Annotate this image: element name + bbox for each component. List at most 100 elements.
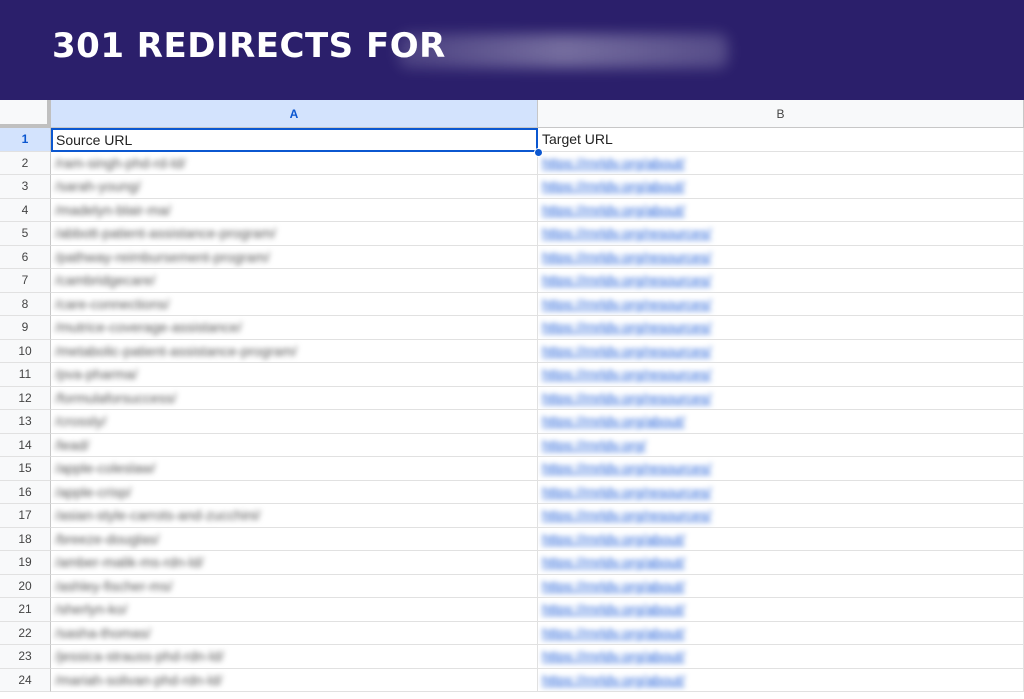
- row-number[interactable]: 16: [0, 480, 51, 504]
- cell-target-url[interactable]: https://rnrldv.org/resources/: [538, 292, 1024, 316]
- cell-source-url[interactable]: /pathway-reimbursement-program/: [51, 245, 538, 269]
- target-url-link[interactable]: https://rnrldv.org/about/: [542, 645, 685, 668]
- cell-target-url[interactable]: https://rnrldv.org/about/: [538, 198, 1024, 222]
- target-url-link[interactable]: https://rnrldv.org/about/: [542, 175, 685, 198]
- row-number[interactable]: 4: [0, 198, 51, 222]
- cell-target-url[interactable]: https://rnrldv.org/about/: [538, 151, 1024, 175]
- cell-target-url[interactable]: https://rnrldv.org/about/: [538, 598, 1024, 622]
- cell-target-url[interactable]: https://rnrldv.org/about/: [538, 175, 1024, 199]
- target-url-link[interactable]: https://rnrldv.org/about/: [542, 622, 685, 645]
- cell-source-url[interactable]: /metabolic-patient-assistance-program/: [51, 339, 538, 363]
- target-url-link[interactable]: https://rnrldv.org/resources/: [542, 363, 711, 386]
- cell-target-url[interactable]: https://rnrldv.org/about/: [538, 645, 1024, 669]
- cell-target-url[interactable]: https://rnrldv.org/resources/: [538, 269, 1024, 293]
- row-number[interactable]: 3: [0, 175, 51, 199]
- cell-source-url[interactable]: /lead/: [51, 433, 538, 457]
- cell-target-url-header[interactable]: Target URL: [538, 128, 1024, 152]
- target-url-link[interactable]: https://rnrldv.org/resources/: [542, 504, 711, 527]
- cell-source-url[interactable]: /sarah-young/: [51, 175, 538, 199]
- row-number[interactable]: 8: [0, 292, 51, 316]
- target-url-link[interactable]: https://rnrldv.org/resources/: [542, 293, 711, 316]
- cell-source-url[interactable]: /sherlyn-ko/: [51, 598, 538, 622]
- fill-handle[interactable]: [534, 148, 543, 157]
- target-url-link[interactable]: https://rnrldv.org/about/: [542, 598, 685, 621]
- cell-source-url[interactable]: /crossly/: [51, 410, 538, 434]
- cell-target-url[interactable]: https://rnrldv.org/about/: [538, 527, 1024, 551]
- target-url-link[interactable]: https://rnrldv.org/resources/: [542, 481, 711, 504]
- row-number[interactable]: 13: [0, 410, 51, 434]
- cell-target-url[interactable]: https://rnrldv.org/resources/: [538, 480, 1024, 504]
- cell-target-url[interactable]: https://rnrldv.org/about/: [538, 551, 1024, 575]
- cell-target-url[interactable]: https://rnrldv.org/resources/: [538, 504, 1024, 528]
- select-all-corner[interactable]: [0, 100, 51, 128]
- column-header-a[interactable]: A: [51, 100, 538, 128]
- cell-target-url[interactable]: https://rnrldv.org/about/: [538, 410, 1024, 434]
- target-url-link[interactable]: https://rnrldv.org/about/: [542, 199, 685, 222]
- row-number[interactable]: 6: [0, 245, 51, 269]
- target-url-link[interactable]: https://rnrldv.org/resources/: [542, 457, 711, 480]
- cell-source-url[interactable]: /mariah-solivan-phd-rdn-ld/: [51, 668, 538, 692]
- target-url-link[interactable]: https://rnrldv.org/resources/: [542, 269, 711, 292]
- cell-target-url[interactable]: https://rnrldv.org/resources/: [538, 363, 1024, 387]
- cell-source-url[interactable]: /care-connections/: [51, 292, 538, 316]
- cell-target-url[interactable]: https://rnrldv.org/: [538, 433, 1024, 457]
- row-number[interactable]: 22: [0, 621, 51, 645]
- row-number[interactable]: 10: [0, 339, 51, 363]
- row-number[interactable]: 7: [0, 269, 51, 293]
- cell-source-url[interactable]: /asian-style-carrots-and-zucchini/: [51, 504, 538, 528]
- cell-source-url[interactable]: /pva-pharma/: [51, 363, 538, 387]
- cell-target-url[interactable]: https://rnrldv.org/resources/: [538, 245, 1024, 269]
- cell-source-url[interactable]: /breeze-douglas/: [51, 527, 538, 551]
- cell-target-url[interactable]: https://rnrldv.org/about/: [538, 668, 1024, 692]
- target-url-link[interactable]: https://rnrldv.org/resources/: [542, 387, 711, 410]
- target-url-link[interactable]: https://rnrldv.org/resources/: [542, 222, 711, 245]
- row-number[interactable]: 12: [0, 386, 51, 410]
- row-number[interactable]: 21: [0, 598, 51, 622]
- row-number[interactable]: 1: [0, 128, 51, 152]
- cell-source-url[interactable]: /ram-singh-phd-rd-ld/: [51, 151, 538, 175]
- target-url-link[interactable]: https://rnrldv.org/about/: [542, 410, 685, 433]
- cell-source-url[interactable]: /ashley-fischer-ms/: [51, 574, 538, 598]
- cell-source-url[interactable]: /formulaforsuccess/: [51, 386, 538, 410]
- row-number[interactable]: 20: [0, 574, 51, 598]
- row-number[interactable]: 14: [0, 433, 51, 457]
- target-url-link[interactable]: https://rnrldv.org/resources/: [542, 316, 711, 339]
- cell-target-url[interactable]: https://rnrldv.org/resources/: [538, 316, 1024, 340]
- cell-target-url[interactable]: https://rnrldv.org/about/: [538, 621, 1024, 645]
- target-url-link[interactable]: https://rnrldv.org/about/: [542, 152, 685, 175]
- cell-source-url[interactable]: /amber-malik-ms-rdn-ld/: [51, 551, 538, 575]
- target-url-link[interactable]: https://rnrldv.org/about/: [542, 669, 685, 692]
- cell-target-url[interactable]: https://rnrldv.org/resources/: [538, 386, 1024, 410]
- row-number[interactable]: 9: [0, 316, 51, 340]
- target-url-link[interactable]: https://rnrldv.org/about/: [542, 528, 685, 551]
- target-url-link[interactable]: https://rnrldv.org/resources/: [542, 340, 711, 363]
- cell-source-url[interactable]: /sasha-thomas/: [51, 621, 538, 645]
- row-number[interactable]: 15: [0, 457, 51, 481]
- cell-source-url[interactable]: /abbott-patient-assistance-program/: [51, 222, 538, 246]
- cell-target-url[interactable]: https://rnrldv.org/resources/: [538, 339, 1024, 363]
- row-number[interactable]: 19: [0, 551, 51, 575]
- cell-source-url[interactable]: /apple-crisp/: [51, 480, 538, 504]
- target-url-link[interactable]: https://rnrldv.org/about/: [542, 575, 685, 598]
- row-number[interactable]: 11: [0, 363, 51, 387]
- cell-source-url[interactable]: /apple-coleslaw/: [51, 457, 538, 481]
- row-number[interactable]: 24: [0, 668, 51, 692]
- row-number[interactable]: 2: [0, 151, 51, 175]
- cell-source-url[interactable]: /mutrice-coverage-assistance/: [51, 316, 538, 340]
- target-url-link[interactable]: https://rnrldv.org/: [542, 434, 646, 457]
- cell-target-url[interactable]: https://rnrldv.org/about/: [538, 574, 1024, 598]
- cell-target-url[interactable]: https://rnrldv.org/resources/: [538, 222, 1024, 246]
- target-url-link[interactable]: https://rnrldv.org/about/: [542, 551, 685, 574]
- row-number[interactable]: 5: [0, 222, 51, 246]
- cell-source-url[interactable]: /madelyn-blair-ma/: [51, 198, 538, 222]
- row-number[interactable]: 23: [0, 645, 51, 669]
- column-header-b[interactable]: B: [538, 100, 1024, 128]
- row-number[interactable]: 17: [0, 504, 51, 528]
- cell-source-url[interactable]: /cambridgecare/: [51, 269, 538, 293]
- target-url-link[interactable]: https://rnrldv.org/resources/: [542, 246, 711, 269]
- cell-source-url[interactable]: /jessica-strauss-phd-rdn-ld/: [51, 645, 538, 669]
- row-number[interactable]: 18: [0, 527, 51, 551]
- cell-source-url-header[interactable]: Source URL: [51, 128, 538, 152]
- cell-target-url[interactable]: https://rnrldv.org/resources/: [538, 457, 1024, 481]
- spreadsheet-grid[interactable]: A B 1 Source URL Target URL 2/ram-singh-phd…: [0, 100, 1024, 699]
